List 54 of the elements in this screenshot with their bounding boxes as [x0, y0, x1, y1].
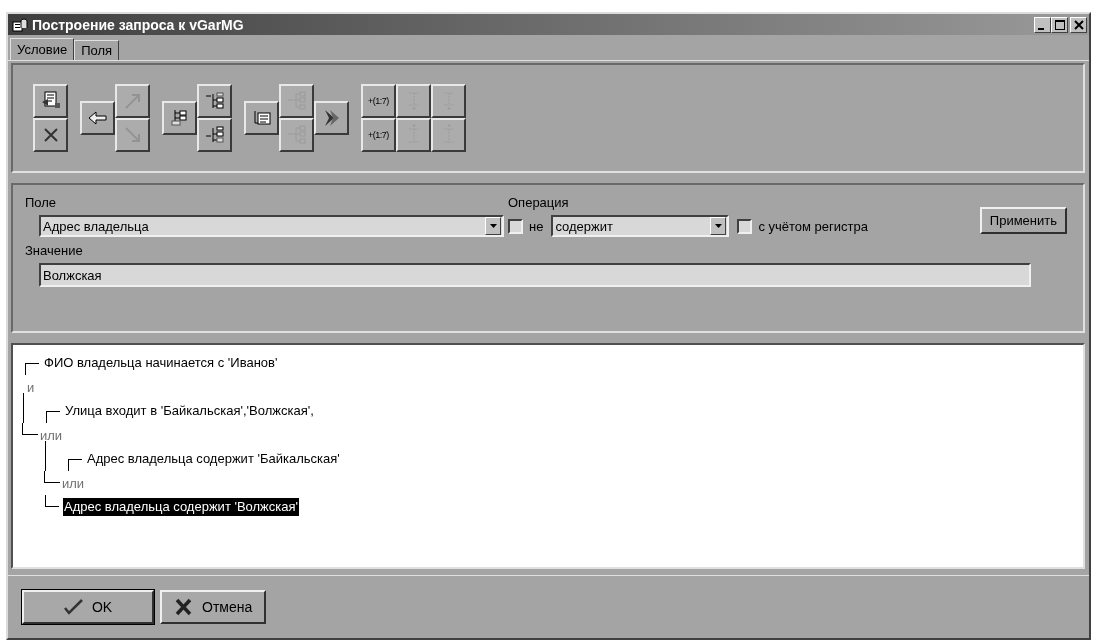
operator-label: или: [40, 427, 63, 443]
window-title: Построение запроса к vGarMG: [32, 16, 245, 33]
value-label: Значение: [25, 243, 84, 259]
checkmark-icon: [63, 598, 84, 616]
toolbar-button[interactable]: +(1:7): [361, 84, 396, 118]
apply-button[interactable]: Применить: [979, 207, 1067, 234]
toolbar-button[interactable]: [314, 101, 349, 135]
toolbar-button[interactable]: +(1:7): [361, 118, 396, 152]
toolbar-button[interactable]: [33, 84, 68, 118]
checkbox-label: с учётом регистра: [758, 218, 868, 234]
value-field[interactable]: Волжская: [39, 263, 1031, 287]
maximize-button[interactable]: [1051, 16, 1068, 33]
tab[interactable]: Условие: [10, 38, 75, 60]
tree-node[interactable]: Адрес владельца содержит 'Волжская': [63, 498, 300, 516]
field-dropdown[interactable]: Адрес владельца: [39, 215, 504, 237]
tree-connector: [46, 411, 60, 423]
checkbox-label: не: [529, 218, 544, 234]
minimize-button[interactable]: [1034, 16, 1051, 33]
operation-dropdown[interactable]: содержит: [551, 215, 730, 237]
database-icon: [12, 16, 28, 33]
field-label: Поле: [25, 195, 58, 211]
operation-label: Операция: [508, 195, 570, 211]
checkbox-square[interactable]: [508, 218, 523, 234]
toolbar-button[interactable]: [197, 84, 232, 118]
case-checkbox[interactable]: с учётом регистра: [737, 218, 868, 234]
operator-label: и: [27, 379, 35, 395]
tree-icon: [203, 124, 226, 146]
tree-connector: [22, 423, 38, 435]
toolbar-button[interactable]: [80, 101, 115, 135]
operator-label: или: [62, 475, 85, 491]
toolbar-button[interactable]: [162, 101, 197, 135]
close-button[interactable]: [1070, 16, 1087, 33]
close-icon: [1073, 19, 1084, 30]
tree-node[interactable]: ФИО владельца начинается с 'Иванов': [43, 354, 279, 372]
dropdown-arrow-icon: [714, 224, 722, 228]
tree-icon: [203, 90, 226, 112]
toolbar-button[interactable]: [33, 118, 68, 152]
toolbar-button[interactable]: [244, 101, 279, 135]
tree-connector: [44, 471, 60, 483]
dropdown-arrow-icon: [489, 224, 497, 228]
tree-connector: [68, 459, 82, 471]
tree-node[interactable]: Улица входит в 'Байкальская','Волжская',: [64, 402, 315, 420]
cancel-button[interactable]: Отмена: [160, 590, 267, 624]
toolbar-button[interactable]: [197, 118, 232, 152]
maximize-icon: [1054, 19, 1065, 30]
tree-connector: [25, 363, 39, 375]
ok-button[interactable]: OK: [22, 590, 154, 624]
not-checkbox[interactable]: не: [508, 218, 544, 234]
checkbox-square[interactable]: [737, 218, 753, 234]
cross-icon: [174, 598, 194, 616]
tab[interactable]: Поля: [74, 40, 120, 60]
tree-connector: [45, 495, 59, 507]
minimize-icon: [1038, 27, 1044, 30]
tree-node[interactable]: Адрес владельца содержит 'Байкальская': [86, 450, 341, 468]
